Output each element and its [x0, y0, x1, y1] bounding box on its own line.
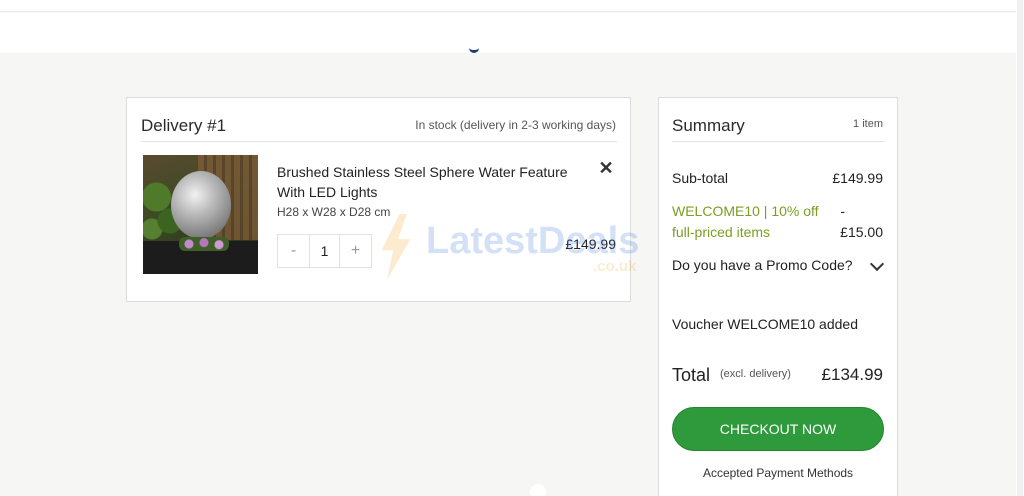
- subtotal-label: Sub-total: [672, 170, 729, 186]
- product-image[interactable]: [143, 155, 258, 274]
- image-flowers: [179, 237, 229, 251]
- total-value: £134.99: [821, 365, 883, 384]
- checkout-button[interactable]: CHECKOUT NOW: [672, 407, 884, 451]
- discount-value: £15.00: [840, 224, 883, 240]
- item-count: 1 item: [853, 118, 883, 130]
- total-label: Total: [672, 365, 711, 385]
- summary-title: Summary: [672, 116, 745, 135]
- discount-value-block: - £15.00: [823, 201, 883, 243]
- floating-widget[interactable]: [530, 484, 546, 496]
- top-bar: [0, 0, 1016, 12]
- close-icon[interactable]: ✕: [598, 159, 614, 177]
- scrollbar-thumb[interactable]: [1017, 0, 1023, 496]
- promo-code-label: Do you have a Promo Code?: [672, 257, 853, 273]
- image-sphere: [171, 171, 231, 239]
- chevron-down-icon[interactable]: [869, 256, 885, 272]
- delivery-title: Delivery #1: [141, 116, 227, 135]
- line-price: £149.99: [565, 236, 616, 252]
- subtotal-value: £149.99: [832, 170, 883, 186]
- quantity-input[interactable]: [310, 235, 339, 267]
- delivery-card: Delivery #1 In stock (delivery in 2-3 wo…: [126, 97, 631, 302]
- discount-sign: -: [840, 203, 845, 219]
- divider: [672, 141, 884, 142]
- discount-label: WELCOME10 | 10% off full-priced items: [672, 203, 819, 240]
- promo-code-toggle[interactable]: Do you have a Promo Code?: [672, 256, 885, 277]
- divider: [141, 141, 617, 142]
- voucher-message: Voucher WELCOME10 added: [672, 316, 858, 332]
- site-header: [0, 13, 1016, 53]
- summary-card: Summary 1 item Sub-total £149.99 WELCOME…: [658, 97, 898, 496]
- product-dimensions: H28 x W28 x D28 cm: [277, 205, 391, 219]
- quantity-stepper: - +: [277, 234, 372, 268]
- stock-status: In stock (delivery in 2-3 working days): [415, 118, 616, 132]
- payment-methods-label: Accepted Payment Methods: [702, 466, 854, 480]
- product-name[interactable]: Brushed Stainless Steel Sphere Water Fea…: [277, 162, 587, 202]
- basket-page: Delivery #1 In stock (delivery in 2-3 wo…: [0, 0, 1024, 496]
- page-scrollbar[interactable]: [1016, 0, 1024, 496]
- minus-icon[interactable]: -: [278, 235, 310, 267]
- total-note: (excl. delivery): [720, 368, 791, 380]
- plus-icon[interactable]: +: [339, 235, 371, 267]
